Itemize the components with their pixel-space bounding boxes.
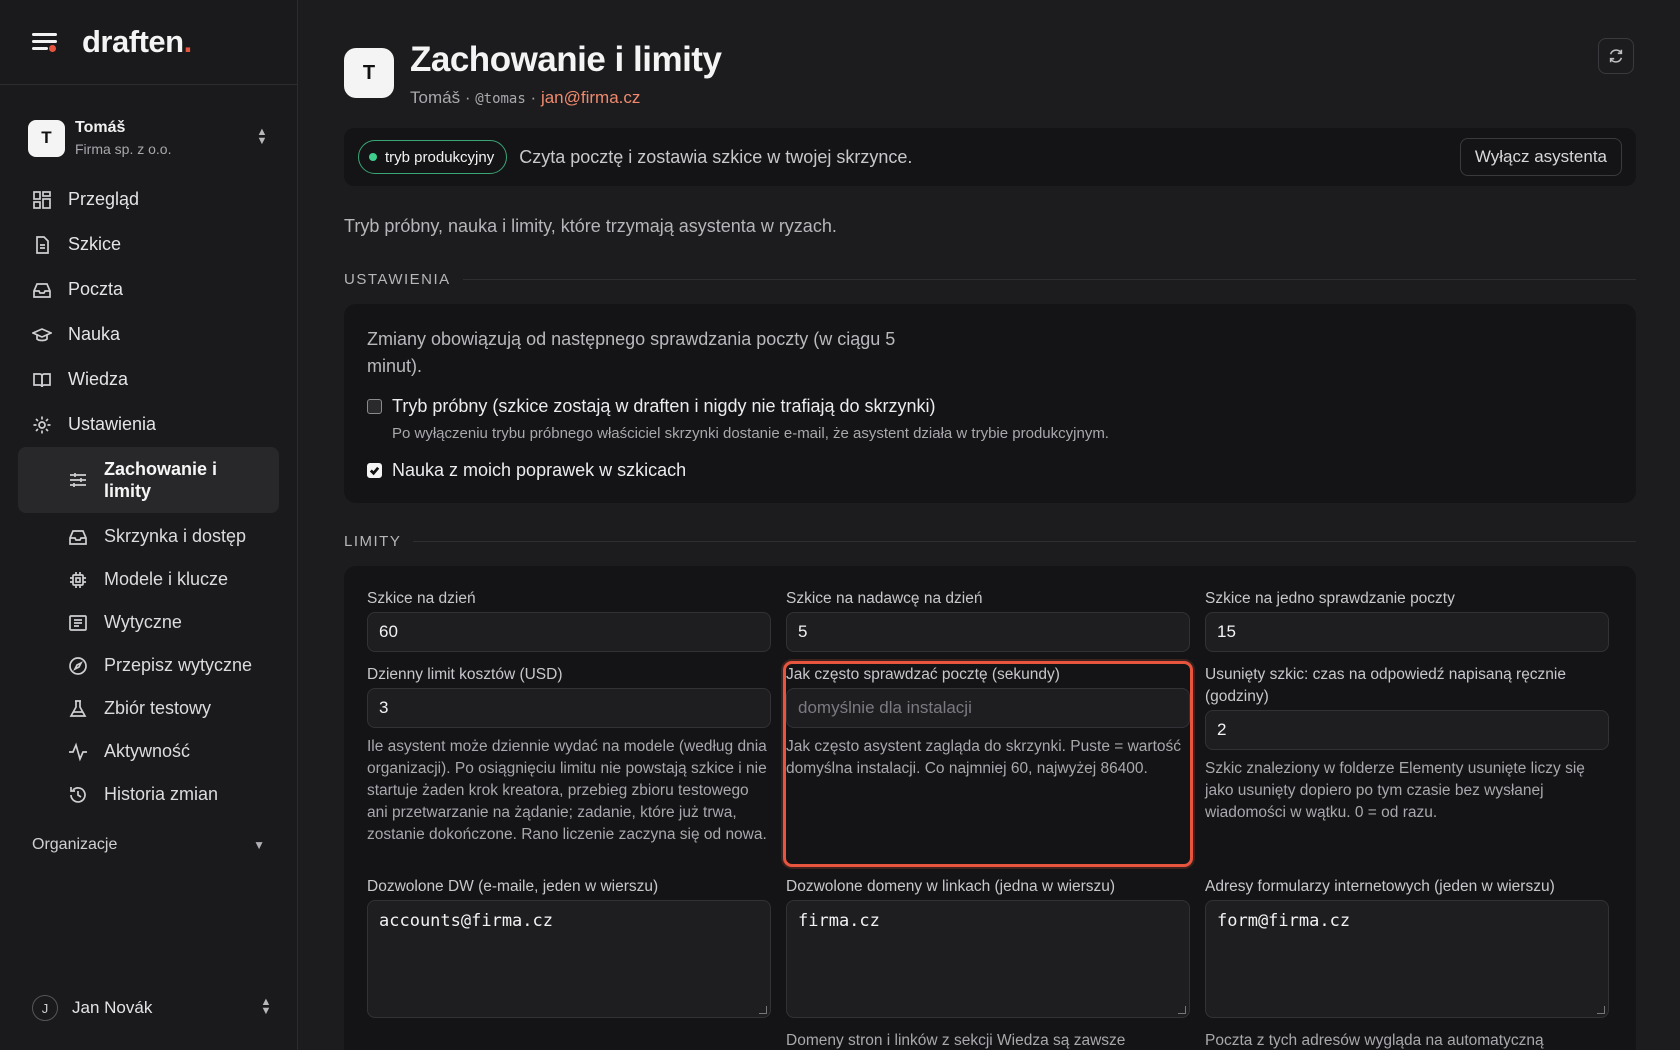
graduation-cap-icon <box>32 325 52 345</box>
drafts-per-sender-input[interactable]: 5 <box>786 612 1190 652</box>
activity-icon <box>68 741 88 762</box>
form-addresses-field: Adresy formularzy internetowych (jeden w… <box>1205 876 1609 1050</box>
subnav-item-guidelines[interactable]: Wytyczne <box>18 601 279 644</box>
settings-note: Zmiany obowiązują od następnego sprawdza… <box>367 329 896 376</box>
settings-subnav: Zachowanie i limity Skrzynka i dostęp Mo… <box>18 447 279 816</box>
main-content: T Zachowanie i limity Tomáš · @tomas · j… <box>298 0 1680 1050</box>
limits-section-header: LIMITY <box>344 533 1636 550</box>
nav-item-knowledge[interactable]: Wiedza <box>18 357 279 402</box>
allowed-domains-help: Domeny stron i linków z sekcji Wiedza są… <box>786 1032 1126 1049</box>
page-subtitle: Tomáš · @tomas · jan@firma.cz <box>410 88 641 107</box>
nav-item-mail[interactable]: Poczta <box>18 267 279 312</box>
refresh-icon <box>1609 49 1623 63</box>
inbox-icon <box>68 527 88 547</box>
deleted-draft-field: Usunięty szkic: czas na odpowiedź napisa… <box>1205 664 1609 864</box>
page-title: Zachowanie i limity <box>410 40 722 79</box>
disable-assistant-button[interactable]: Wyłącz asystenta <box>1459 138 1622 176</box>
drafts-per-check-input[interactable]: 15 <box>1205 612 1609 652</box>
subnav-item-behavior-limits[interactable]: Zachowanie i limity <box>18 447 279 513</box>
checkbox-checked[interactable] <box>367 463 382 478</box>
user-menu[interactable]: J Jan Novák ▲ ▼ <box>32 992 273 1024</box>
drafts-per-check-field: Szkice na jedno sprawdzanie poczty 15 <box>1205 588 1609 652</box>
history-icon <box>68 785 88 805</box>
page-description: Tryb próbny, nauka i limity, które trzym… <box>344 216 837 236</box>
poll-interval-help: Jak często asystent zagląda do skrzynki.… <box>786 738 1182 777</box>
chevron-updown-icon: ▲ ▼ <box>260 996 272 1017</box>
form-addresses-textarea[interactable]: form@firma.cz <box>1205 900 1609 1018</box>
main-nav: Przegląd Szkice Poczta Nauka Wiedza Usta… <box>0 177 297 816</box>
check-icon <box>369 466 380 476</box>
refresh-button[interactable] <box>1598 38 1634 74</box>
allowed-domains-field: Dozwolone domeny w linkach (jedna w wier… <box>786 876 1190 1050</box>
menu-icon[interactable] <box>32 30 60 54</box>
chevron-down-icon: ▼ <box>253 838 265 852</box>
settings-card: Zmiany obowiązują od następnego sprawdza… <box>344 304 1636 503</box>
subnav-item-activity[interactable]: Aktywność <box>18 730 279 773</box>
nav-item-drafts[interactable]: Szkice <box>18 222 279 267</box>
subnav-item-rewrite-guidelines[interactable]: Przepisz wytyczne <box>18 644 279 687</box>
checkbox-unchecked[interactable] <box>367 399 382 414</box>
app: draften. T Tomáš Firma sp. z o.o. ▲ ▼ Prz… <box>0 0 1680 1050</box>
user-avatar: J <box>32 995 58 1021</box>
account-switcher[interactable]: T Tomáš Firma sp. z o.o. ▲ ▼ <box>20 109 277 167</box>
flask-icon <box>68 699 88 719</box>
gear-icon <box>32 415 52 435</box>
drafts-per-sender-field: Szkice na nadawcę na dzień 5 <box>786 588 1190 652</box>
allowed-domains-textarea[interactable]: firma.cz <box>786 900 1190 1018</box>
subnav-item-test-set[interactable]: Zbiór testowy <box>18 687 279 730</box>
allowed-cc-textarea[interactable]: accounts@firma.cz <box>367 900 771 1018</box>
account-name: Tomáš <box>75 119 126 136</box>
cost-limit-input[interactable]: 3 <box>367 688 771 728</box>
poll-interval-input[interactable]: domyślnie dla instalacji <box>786 688 1190 728</box>
user-handle: @tomas <box>475 91 526 107</box>
subnav-item-mailbox-access[interactable]: Skrzynka i dostęp <box>18 515 279 558</box>
account-org: Firma sp. z o.o. <box>75 141 172 157</box>
trial-mode-checkbox[interactable]: Tryb próbny (szkice zostają w draften i … <box>367 396 1613 442</box>
learn-from-edits-checkbox[interactable]: Nauka z moich poprawek w szkicach <box>367 460 1613 481</box>
page-header: T Zachowanie i limity Tomáš · @tomas · j… <box>344 0 1636 108</box>
inbox-icon <box>32 280 52 300</box>
sidebar: draften. T Tomáš Firma sp. z o.o. ▲ ▼ Prz… <box>0 0 298 1050</box>
subnav-item-models-keys[interactable]: Modele i klucze <box>18 558 279 601</box>
allowed-cc-field: Dozwolone DW (e-maile, jeden w wierszu) … <box>367 876 771 1050</box>
status-bar: tryb produkcyjny Czyta pocztę i zostawia… <box>344 128 1636 186</box>
cost-limit-field: Dzienny limit kosztów (USD) 3 Ile asyste… <box>367 664 771 864</box>
chip-icon <box>68 570 88 590</box>
status-text: Czyta pocztę i zostawia szkice w twojej … <box>519 146 913 167</box>
organizations-toggle[interactable]: Organizacje ▼ <box>18 830 279 860</box>
sliders-icon <box>68 470 88 490</box>
form-addresses-help: Poczta z tych adresów wygląda na automat… <box>1205 1032 1544 1049</box>
user-name: Jan Novák <box>72 998 153 1017</box>
nav-item-settings[interactable]: Ustawienia <box>18 402 279 447</box>
limits-card: Szkice na dzień 60 Szkice na nadawcę na … <box>344 566 1636 1050</box>
drafts-per-day-field: Szkice na dzień 60 <box>367 588 771 652</box>
book-icon <box>32 370 52 390</box>
nav-item-learning[interactable]: Nauka <box>18 312 279 357</box>
cost-limit-help: Ile asystent może dziennie wydać na mode… <box>367 738 767 843</box>
settings-section-header: USTAWIENIA <box>344 271 1636 288</box>
brand-bar: draften. <box>0 0 297 85</box>
deleted-draft-input[interactable]: 2 <box>1205 710 1609 750</box>
poll-interval-field: Jak często sprawdzać pocztę (sekundy) do… <box>783 661 1193 867</box>
subnav-item-change-history[interactable]: Historia zmian <box>18 773 279 816</box>
mode-badge: tryb produkcyjny <box>358 140 508 174</box>
trial-mode-help: Po wyłączeniu trybu próbnego właściciel … <box>392 425 1109 442</box>
nav-item-overview[interactable]: Przegląd <box>18 177 279 222</box>
deleted-draft-help: Szkic znaleziony w folderze Elementy usu… <box>1205 760 1585 821</box>
list-icon <box>68 613 88 633</box>
dashboard-icon <box>32 190 52 210</box>
resize-handle[interactable] <box>759 1006 767 1014</box>
mailbox-avatar: T <box>344 48 394 98</box>
limits-grid: Szkice na dzień 60 Szkice na nadawcę na … <box>367 588 1613 1050</box>
status-dot <box>369 153 377 161</box>
resize-handle[interactable] <box>1178 1006 1186 1014</box>
account-avatar: T <box>28 119 65 157</box>
document-icon <box>32 235 52 255</box>
resize-handle[interactable] <box>1597 1006 1605 1014</box>
drafts-per-day-input[interactable]: 60 <box>367 612 771 652</box>
compass-icon <box>68 656 88 676</box>
logo[interactable]: draften. <box>82 24 192 60</box>
mailbox-email[interactable]: jan@firma.cz <box>541 88 640 107</box>
chevron-updown-icon: ▲ ▼ <box>256 126 268 147</box>
